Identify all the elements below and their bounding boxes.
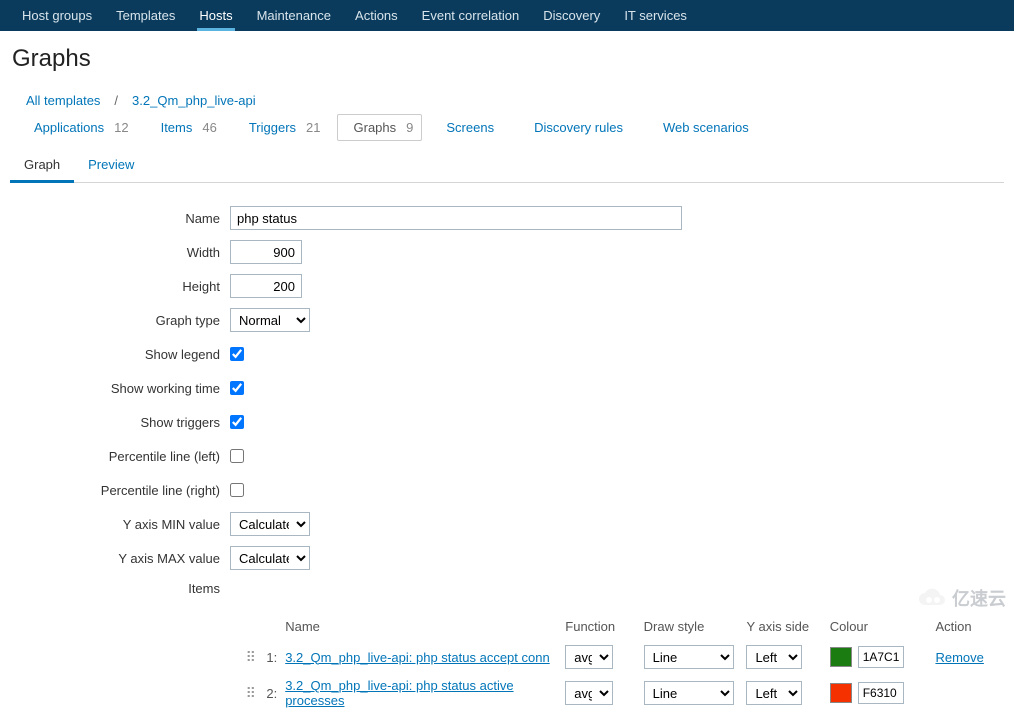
tab-preview[interactable]: Preview (74, 149, 148, 182)
width-input[interactable] (230, 240, 302, 264)
item-row: ⠿ 1: 3.2_Qm_php_live-api: php status acc… (240, 640, 1004, 674)
item-yaxis-select[interactable]: Left (746, 645, 802, 669)
show-legend-checkbox[interactable] (230, 347, 244, 361)
pct-right-label: Percentile line (right) (10, 483, 230, 498)
item-yaxis-select[interactable]: Left (746, 681, 802, 705)
topnav-item-maintenance[interactable]: Maintenance (245, 0, 343, 31)
color-input[interactable] (858, 646, 904, 668)
show-triggers-label: Show triggers (10, 415, 230, 430)
item-name-link[interactable]: 3.2_Qm_php_live-api: php status accept c… (285, 650, 550, 665)
page-title: Graphs (0, 31, 1014, 91)
item-function-select[interactable]: avg (565, 645, 613, 669)
ymin-label: Y axis MIN value (10, 517, 230, 532)
drag-handle-icon[interactable]: ⠿ (246, 690, 254, 696)
subnav-item-triggers[interactable]: Triggers 21 (233, 116, 329, 139)
item-remove-link[interactable]: Remove (935, 650, 983, 665)
items-header-colour: Colour (830, 619, 936, 634)
items-header-name: Name (281, 619, 565, 634)
ymax-label: Y axis MAX value (10, 551, 230, 566)
items-header-function: Function (565, 619, 643, 634)
tabs: Graph Preview (10, 149, 1004, 183)
subnav-item-screens[interactable]: Screens (430, 116, 510, 139)
graph-type-select[interactable]: Normal (230, 308, 310, 332)
item-index: 2: (260, 686, 282, 701)
topnav-item-hosts[interactable]: Hosts (187, 0, 244, 31)
ymax-select[interactable]: Calculated (230, 546, 310, 570)
drag-handle-icon[interactable]: ⠿ (246, 654, 254, 660)
subnav-item-discovery-rules[interactable]: Discovery rules (518, 116, 639, 139)
graph-form: Name Width Height Graph type Normal Show… (10, 183, 1004, 712)
items-header-action: Action (935, 619, 1004, 634)
subnav-item-graphs[interactable]: Graphs 9 (337, 114, 423, 141)
pct-left-label: Percentile line (left) (10, 449, 230, 464)
graph-type-label: Graph type (10, 313, 230, 328)
show-triggers-checkbox[interactable] (230, 415, 244, 429)
top-nav: Host groupsTemplatesHostsMaintenanceActi… (0, 0, 1014, 31)
show-legend-label: Show legend (10, 347, 230, 362)
breadcrumb-all-templates[interactable]: All templates (18, 91, 108, 110)
topnav-item-templates[interactable]: Templates (104, 0, 187, 31)
height-input[interactable] (230, 274, 302, 298)
topnav-item-it-services[interactable]: IT services (612, 0, 699, 31)
item-drawstyle-select[interactable]: Line (644, 645, 734, 669)
pct-left-checkbox[interactable] (230, 449, 244, 463)
item-drawstyle-select[interactable]: Line (644, 681, 734, 705)
width-label: Width (10, 245, 230, 260)
breadcrumb-separator: / (112, 93, 120, 108)
topnav-item-host-groups[interactable]: Host groups (10, 0, 104, 31)
subnav-item-items[interactable]: Items 46 (145, 116, 225, 139)
item-index: 1: (260, 650, 282, 665)
item-function-select[interactable]: avg (565, 681, 613, 705)
color-input[interactable] (858, 682, 904, 704)
items-table: Name Function Draw style Y axis side Col… (240, 613, 1004, 712)
subnav-item-applications[interactable]: Applications 12 (18, 116, 137, 139)
topnav-item-event-correlation[interactable]: Event correlation (410, 0, 532, 31)
topnav-item-actions[interactable]: Actions (343, 0, 410, 31)
pct-right-checkbox[interactable] (230, 483, 244, 497)
color-swatch[interactable] (830, 683, 852, 703)
items-header-yaxis: Y axis side (746, 619, 829, 634)
items-label: Items (10, 575, 230, 596)
tab-graph[interactable]: Graph (10, 149, 74, 183)
topnav-item-discovery[interactable]: Discovery (531, 0, 612, 31)
color-swatch[interactable] (830, 647, 852, 667)
ymin-select[interactable]: Calculated (230, 512, 310, 536)
name-label: Name (10, 211, 230, 226)
name-input[interactable] (230, 206, 682, 230)
subnav-item-web-scenarios[interactable]: Web scenarios (647, 116, 765, 139)
sub-nav: All templates / 3.2_Qm_php_live-api Appl… (0, 91, 1014, 149)
show-working-label: Show working time (10, 381, 230, 396)
breadcrumb-template[interactable]: 3.2_Qm_php_live-api (124, 91, 264, 110)
show-working-checkbox[interactable] (230, 381, 244, 395)
height-label: Height (10, 279, 230, 294)
item-name-link[interactable]: 3.2_Qm_php_live-api: php status active p… (285, 678, 513, 708)
items-header-draw: Draw style (644, 619, 747, 634)
item-row: ⠿ 2: 3.2_Qm_php_live-api: php status act… (240, 674, 1004, 712)
